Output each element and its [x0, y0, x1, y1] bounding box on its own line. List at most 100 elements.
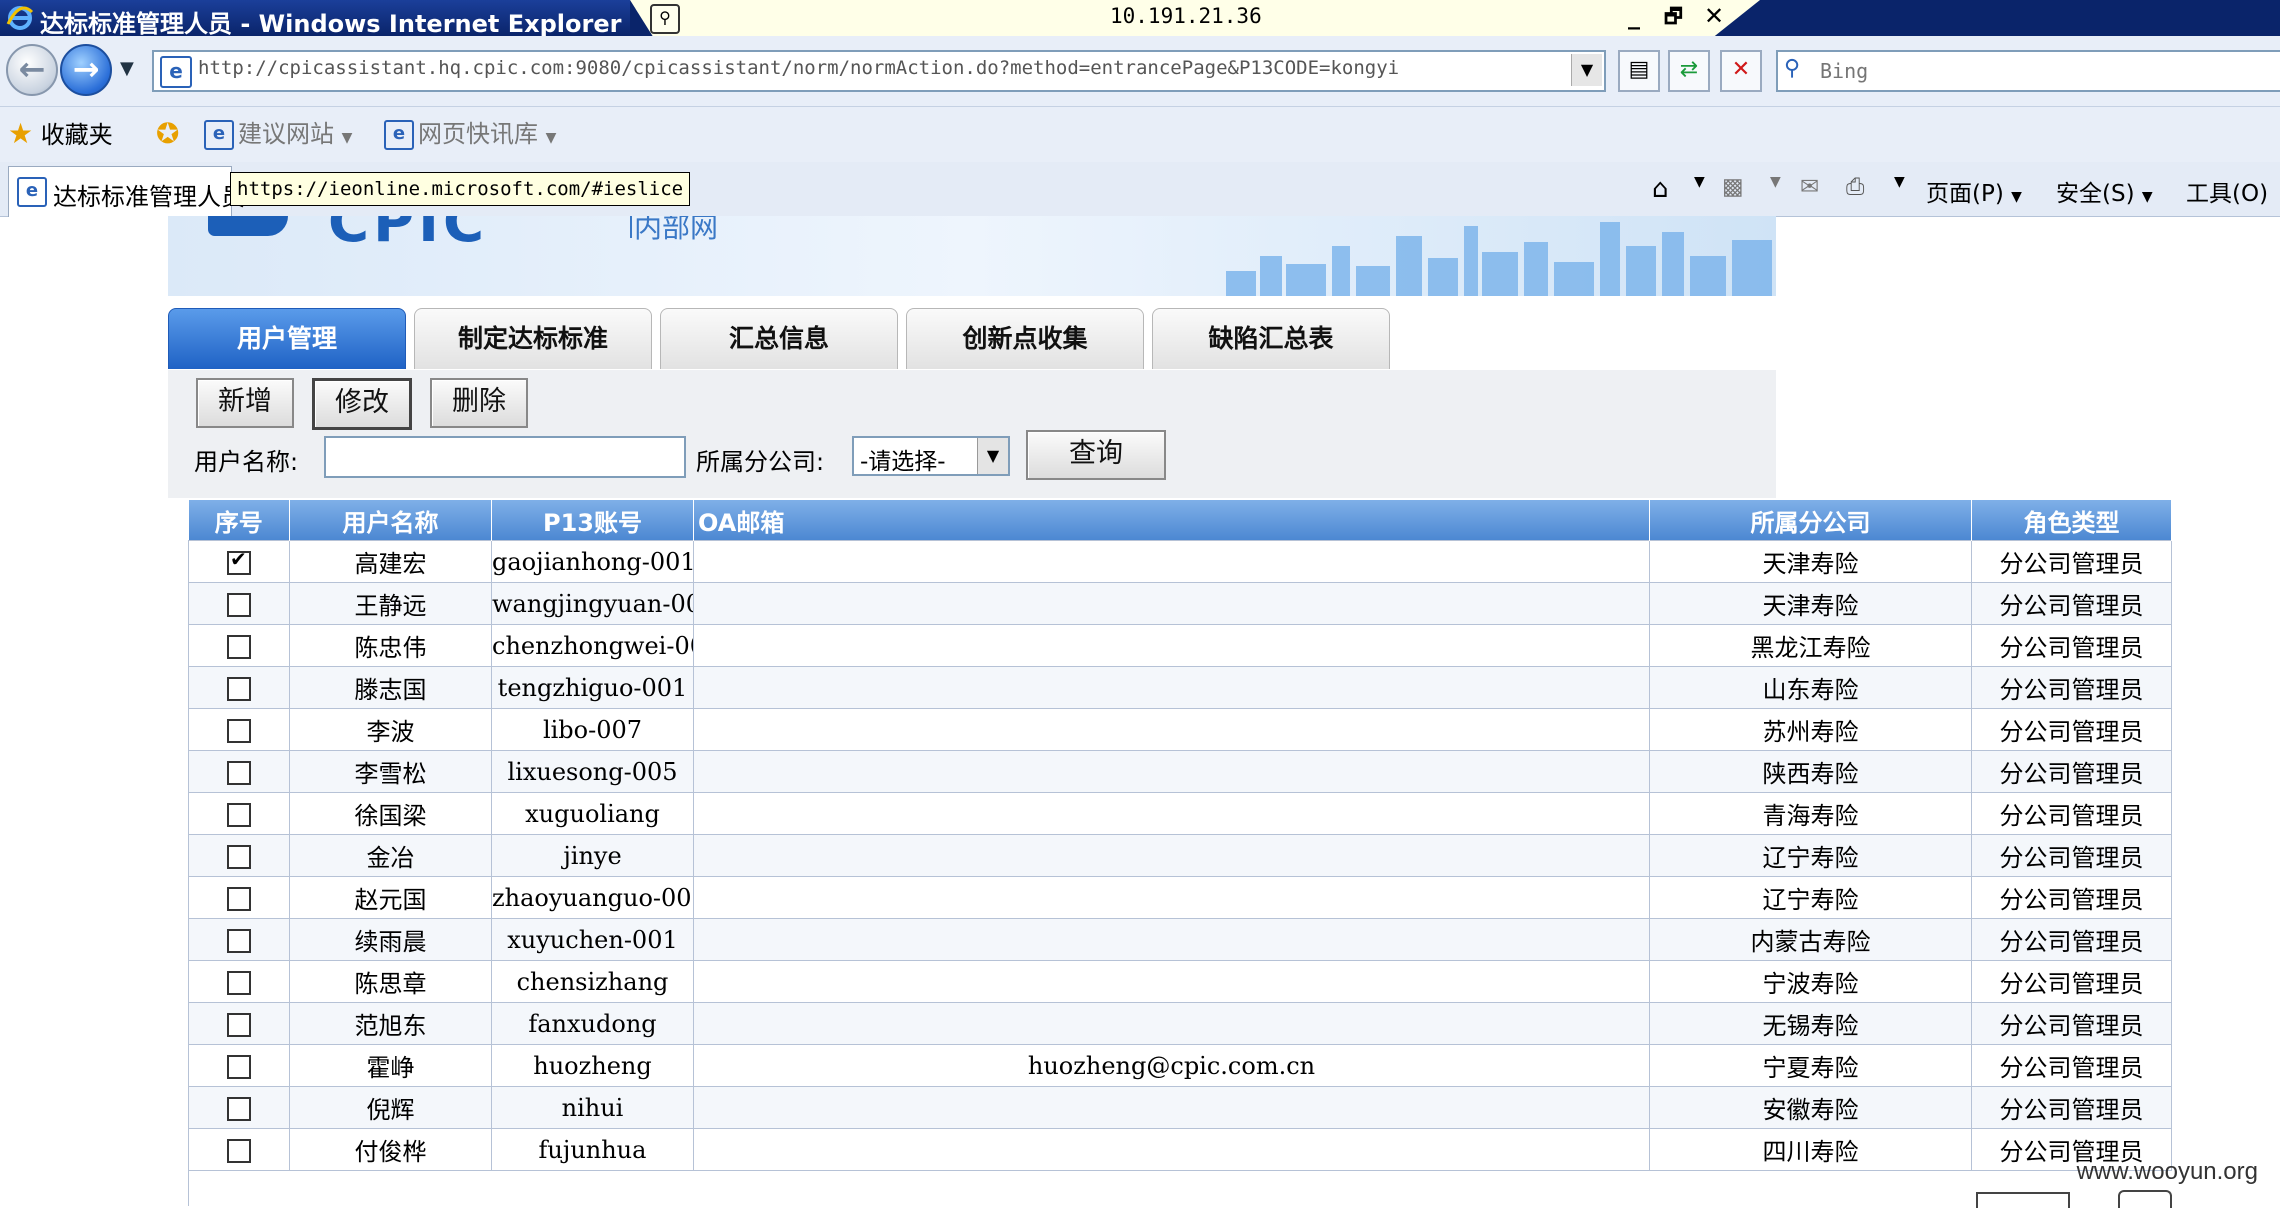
row-checkbox[interactable] [227, 761, 251, 785]
row-checkbox[interactable] [227, 1097, 251, 1121]
row-checkbox[interactable] [227, 845, 251, 869]
search-input[interactable] [1818, 56, 2262, 86]
restore-button[interactable]: 🗗 [1664, 2, 1683, 36]
minimize-button[interactable]: _ [1628, 2, 1640, 30]
search-box[interactable]: ⚲ [1776, 50, 2280, 92]
recent-pages-dropdown-icon[interactable]: ▼ [120, 58, 134, 79]
table-row[interactable]: 续雨晨 xuyuchen-001 内蒙古寿险 分公司管理员 [188, 918, 2172, 961]
cell-username: 范旭东 [289, 1002, 492, 1045]
cell-username: 倪辉 [289, 1086, 492, 1129]
row-select-cell [188, 1086, 290, 1129]
browser-tab[interactable]: e 达标标准管理人员 [8, 166, 245, 217]
row-checkbox[interactable] [227, 593, 251, 617]
row-checkbox[interactable] [227, 929, 251, 953]
cell-role: 分公司管理员 [1971, 918, 2172, 961]
row-checkbox[interactable] [227, 887, 251, 911]
cell-p13-account: xuyuchen-001 [491, 918, 694, 961]
stop-icon[interactable]: ✕ [1720, 50, 1762, 92]
cell-p13-account: fanxudong [491, 1002, 694, 1045]
pager-go-button[interactable] [2118, 1190, 2172, 1208]
cell-username: 陈思章 [289, 960, 492, 1003]
favorites-label: 收藏夹 [40, 121, 113, 149]
feeds-icon[interactable]: ▩ [1722, 174, 1744, 200]
row-checkbox[interactable] [227, 1055, 251, 1079]
row-checkbox[interactable] [227, 971, 251, 995]
close-button[interactable]: ✕ [1704, 2, 1724, 30]
row-checkbox[interactable] [227, 803, 251, 827]
chevron-down-icon[interactable]: ▼ [1894, 174, 1905, 190]
cell-p13-account: zhaoyuanguo-002 [491, 876, 694, 919]
row-checkbox[interactable] [227, 677, 251, 701]
window-title-bar: 达标标准管理人员 - Windows Internet Explorer ⚲ 1… [0, 0, 2280, 38]
table-row[interactable]: 倪辉 nihui 安徽寿险 分公司管理员 [188, 1086, 2172, 1129]
row-checkbox[interactable] [227, 1139, 251, 1163]
table-row[interactable]: 李雪松 lixuesong-005 陕西寿险 分公司管理员 [188, 750, 2172, 793]
cell-role: 分公司管理员 [1971, 708, 2172, 751]
table-row[interactable]: 霍峥 huozheng huozheng@cpic.com.cn 宁夏寿险 分公司管理员 [188, 1044, 2172, 1087]
print-icon[interactable]: ⎙ [1846, 174, 1864, 200]
chevron-down-icon[interactable]: ▼ [977, 438, 1008, 474]
row-select-cell [188, 876, 290, 919]
table-row[interactable]: 滕志国 tengzhiguo-001 山东寿险 分公司管理员 [188, 666, 2172, 709]
ie-page-icon: e [204, 120, 234, 150]
cell-company: 安徽寿险 [1649, 1086, 1972, 1129]
suggested-sites-button[interactable]: e 建议网站 ▼ [204, 115, 352, 153]
cell-username: 李波 [289, 708, 492, 751]
tab-user-management[interactable]: 用户管理 [168, 308, 406, 369]
refresh-icon[interactable]: ⇄ [1668, 50, 1710, 92]
tools-menu[interactable]: 工具(O) [2186, 174, 2268, 208]
header-role: 角色类型 [1971, 500, 2172, 541]
favorites-button[interactable]: ★ 收藏夹 [8, 115, 113, 153]
cell-oa-email [693, 1128, 1650, 1171]
cell-p13-account: tengzhiguo-001 [491, 666, 694, 709]
add-to-favorites-button[interactable]: ✪ [156, 115, 179, 153]
title-area: 达标标准管理人员 - Windows Internet Explorer [0, 0, 630, 38]
edit-button[interactable]: 修改 [312, 378, 412, 430]
table-row[interactable]: 金冶 jinye 辽宁寿险 分公司管理员 [188, 834, 2172, 877]
cell-role: 分公司管理员 [1971, 1002, 2172, 1045]
safety-menu[interactable]: 安全(S) ▼ [2056, 174, 2153, 208]
tab-defect-summary[interactable]: 缺陷汇总表 [1152, 308, 1390, 369]
compatibility-view-icon[interactable]: ▤ [1618, 50, 1660, 92]
username-input[interactable] [324, 436, 686, 478]
cell-role: 分公司管理员 [1971, 666, 2172, 709]
add-button[interactable]: 新增 [196, 378, 294, 428]
row-select-cell [188, 792, 290, 835]
url-field[interactable]: e http://cpicassistant.hq.cpic.com:9080/… [152, 50, 1606, 92]
url-dropdown-icon[interactable]: ▼ [1571, 54, 1602, 86]
delete-button[interactable]: 删除 [430, 378, 528, 428]
tab-define-standards[interactable]: 制定达标标准 [414, 308, 652, 369]
table-row[interactable]: 徐国梁 xuguoliang 青海寿险 分公司管理员 [188, 792, 2172, 835]
mail-icon[interactable]: ✉ [1800, 174, 1819, 200]
cell-oa-email [693, 582, 1650, 625]
chevron-down-icon[interactable]: ▼ [1694, 174, 1705, 190]
row-checkbox[interactable] [227, 1013, 251, 1037]
forward-button[interactable]: → [60, 44, 112, 96]
tab-innovation-collection[interactable]: 创新点收集 [906, 308, 1144, 369]
page-menu-label: 页面(P) [1926, 181, 2004, 207]
row-checkbox[interactable] [227, 635, 251, 659]
table-row[interactable]: 高建宏gaojianhong-001 天津寿险分公司管理员 [188, 540, 2172, 583]
cell-p13-account: xuguoliang [491, 792, 694, 835]
chevron-down-icon[interactable]: ▼ [1770, 174, 1781, 190]
pin-icon[interactable]: ⚲ [650, 4, 680, 34]
table-row[interactable]: 李波 libo-007 苏州寿险 分公司管理员 [188, 708, 2172, 751]
web-slice-gallery-button[interactable]: e 网页快讯库 ▼ [384, 115, 556, 153]
row-checkbox[interactable] [227, 719, 251, 743]
table-row[interactable]: 王静远wangjingyuan-001 天津寿险分公司管理员 [188, 582, 2172, 625]
row-select-cell [188, 666, 290, 709]
page-menu[interactable]: 页面(P) ▼ [1926, 174, 2022, 208]
tab-summary-info[interactable]: 汇总信息 [660, 308, 898, 369]
home-icon[interactable]: ⌂ [1652, 174, 1669, 204]
query-button[interactable]: 查询 [1026, 430, 1166, 480]
table-row[interactable]: 赵元国 zhaoyuanguo-002 辽宁寿险 分公司管理员 [188, 876, 2172, 919]
table-row[interactable]: 付俊桦 fujunhua 四川寿险 分公司管理员 [188, 1128, 2172, 1171]
table-row[interactable]: 范旭东 fanxudong 无锡寿险 分公司管理员 [188, 1002, 2172, 1045]
header-oa-email: OA邮箱 [693, 500, 1650, 541]
table-row[interactable]: 陈思章 chensizhang 宁波寿险 分公司管理员 [188, 960, 2172, 1003]
url-text[interactable]: http://cpicassistant.hq.cpic.com:9080/cp… [198, 57, 1399, 79]
row-checkbox[interactable] [227, 547, 251, 575]
back-button[interactable]: ← [6, 44, 58, 96]
table-row[interactable]: 陈忠伟chenzhongwei-001 黑龙江寿险分公司管理员 [188, 624, 2172, 667]
company-select[interactable]: -请选择- ▼ [852, 436, 1010, 476]
